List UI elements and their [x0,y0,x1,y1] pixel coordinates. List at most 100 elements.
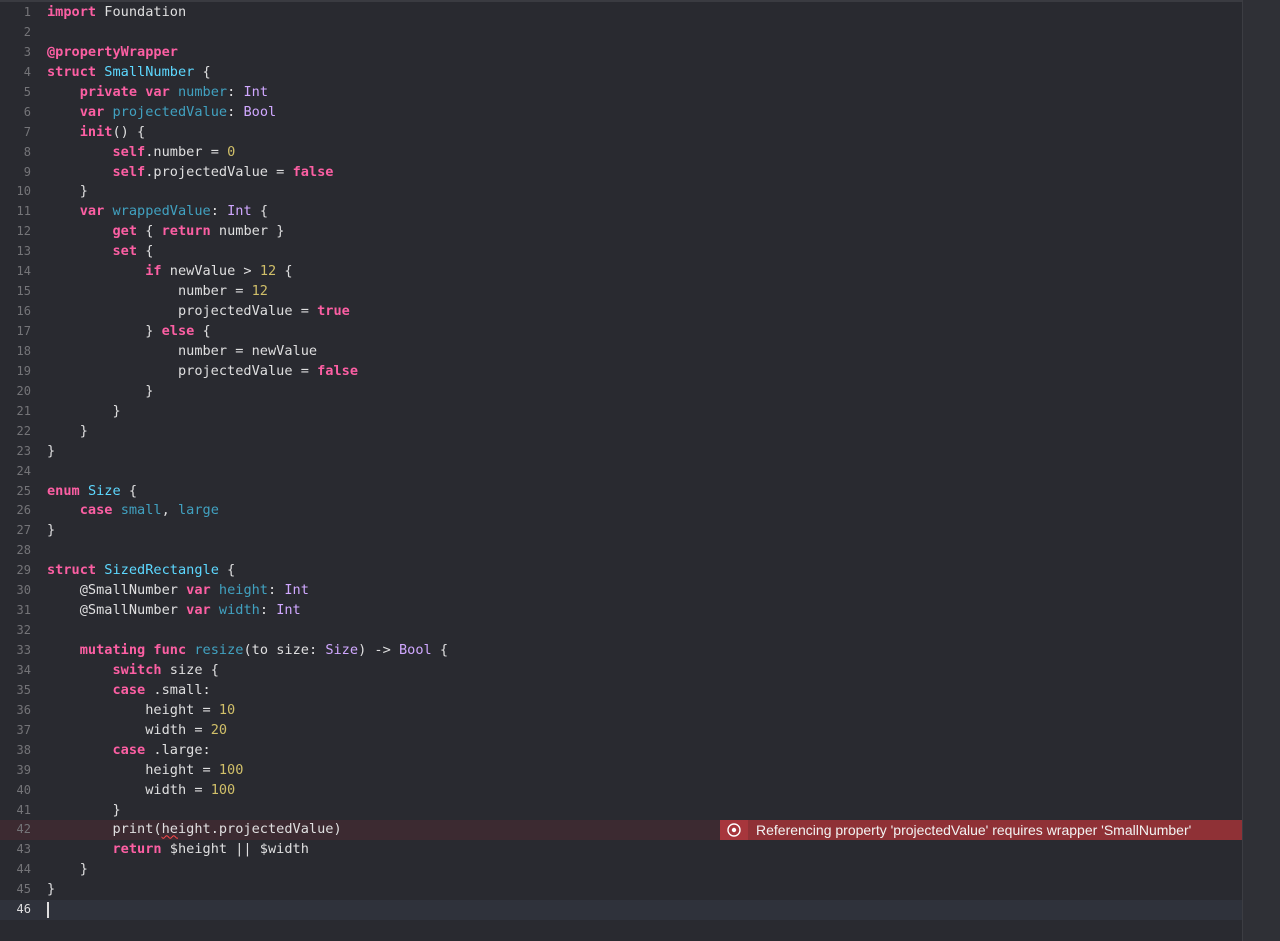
line-text[interactable]: } [47,860,88,880]
code-line-current[interactable]: 46 [0,900,1242,921]
line-text[interactable]: get { return number } [47,222,284,242]
code-line[interactable]: 15 number = 12 [0,282,1242,302]
code-line[interactable]: 21 } [0,402,1242,422]
line-text[interactable]: @SmallNumber var height: Int [47,581,309,601]
code-line[interactable]: 27} [0,521,1242,541]
code-line[interactable]: 43 return $height || $width [0,840,1242,860]
code-line[interactable]: 26 case small, large [0,501,1242,521]
code-line[interactable]: 33 mutating func resize(to size: Size) -… [0,641,1242,661]
line-text[interactable]: enum Size { [47,482,137,502]
code-area[interactable]: 1 import Foundation 2 3 @propertyWrapper 4 str… [0,3,1242,921]
code-line[interactable]: 32 [0,621,1242,641]
code-line[interactable]: 31 @SmallNumber var width: Int [0,601,1242,621]
code-token: height [218,582,268,599]
line-text[interactable]: number = newValue [47,342,317,362]
line-text[interactable]: @SmallNumber var width: Int [47,601,301,621]
line-text[interactable]: switch size { [47,661,218,681]
line-number: 28 [16,543,31,558]
code-token: case [112,681,146,698]
line-text[interactable]: set { [47,242,153,262]
error-banner[interactable]: Referencing property 'projectedValue' re… [720,820,1242,841]
line-text[interactable]: init() { [47,123,146,143]
code-token: 20 [210,721,228,738]
line-text[interactable]: width = 100 [47,781,235,801]
code-line[interactable]: 29 struct SizedRectangle { [0,561,1242,581]
code-line[interactable]: 3 @propertyWrapper [0,43,1242,63]
line-text[interactable]: case .large: [47,741,210,761]
code-line[interactable]: 30 @SmallNumber var height: Int [0,581,1242,601]
code-line[interactable]: 40 width = 100 [0,781,1242,801]
line-text[interactable]: } [47,422,88,442]
line-text[interactable]: struct SmallNumber { [47,63,211,83]
line-text[interactable]: var projectedValue: Bool [47,103,276,123]
code-line[interactable]: 24 [0,462,1242,482]
code-token: : [227,103,244,120]
line-text[interactable]: } [47,442,55,462]
line-text[interactable]: projectedValue = true [47,302,350,322]
code-line[interactable]: 14 if newValue > 12 { [0,262,1242,282]
code-line[interactable]: 11 var wrappedValue: Int { [0,202,1242,222]
code-line[interactable]: 7 init() { [0,123,1242,143]
code-line[interactable]: 41 } [0,801,1242,821]
line-text[interactable]: } [47,521,55,541]
code-line[interactable]: 2 [0,23,1242,43]
code-line[interactable]: 38 case .large: [0,741,1242,761]
line-text[interactable]: height = 100 [47,761,243,781]
code-line[interactable]: 12 get { return number } [0,222,1242,242]
line-text[interactable]: self.number = 0 [47,143,235,163]
code-line[interactable]: 45} [0,880,1242,900]
line-text[interactable]: projectedValue = false [47,362,358,382]
code-line[interactable]: 16 projectedValue = true [0,302,1242,322]
line-text[interactable]: return $height || $width [47,840,308,860]
code-line[interactable]: 25 enum Size { [0,482,1242,502]
code-line[interactable]: 34 switch size { [0,661,1242,681]
line-text[interactable]: print(height.projectedValue) [47,820,341,840]
line-text[interactable]: width = 20 [47,721,227,741]
code-token: false [317,362,358,379]
code-line[interactable]: 39 height = 100 [0,761,1242,781]
code-line[interactable]: 5 private var number: Int [0,83,1242,103]
line-text[interactable]: mutating func resize(to size: Size) -> B… [47,641,448,661]
line-number: 24 [16,463,31,478]
code-line[interactable]: 20 } [0,382,1242,402]
code-line[interactable]: 17 } else { [0,322,1242,342]
code-line[interactable]: 44 } [0,860,1242,880]
line-text[interactable]: height = 10 [47,701,235,721]
code-token: he [161,821,178,838]
error-icon-container[interactable] [720,820,748,841]
line-text[interactable]: case small, large [47,501,219,521]
line-text[interactable]: if newValue > 12 { [47,262,292,282]
code-line[interactable]: 10 } [0,182,1242,202]
line-text[interactable]: struct SizedRectangle { [47,561,235,581]
code-line[interactable]: 6 var projectedValue: Bool [0,103,1242,123]
code-line[interactable]: 37 width = 20 [0,721,1242,741]
line-text[interactable]: } [47,801,120,821]
line-text[interactable]: } [47,382,153,402]
line-text[interactable]: @propertyWrapper [47,43,178,63]
line-text[interactable]: import Foundation [47,3,186,23]
code-line[interactable]: 9 self.projectedValue = false [0,163,1242,183]
code-line[interactable]: 13 set { [0,242,1242,262]
line-text[interactable]: var wrappedValue: Int { [47,202,268,222]
line-text[interactable]: } [47,880,55,900]
code-line[interactable]: 28 [0,541,1242,561]
code-line[interactable]: 23} [0,442,1242,462]
code-line[interactable]: 19 projectedValue = false [0,362,1242,382]
code-line-error[interactable]: 42 print(height.projectedValue) Referenci… [0,820,1242,841]
code-editor[interactable]: 1 import Foundation 2 3 @propertyWrapper 4 str… [0,0,1280,941]
line-text[interactable]: } [47,182,88,202]
line-text[interactable]: number = 12 [47,282,268,302]
code-line[interactable]: 4 struct SmallNumber { [0,63,1242,83]
line-text[interactable]: case .small: [47,681,210,701]
code-line[interactable]: 22 } [0,422,1242,442]
code-line[interactable]: 18 number = newValue [0,342,1242,362]
code-line[interactable]: 1 import Foundation [0,3,1242,23]
vertical-scrollbar[interactable] [1242,0,1280,941]
code-line[interactable]: 36 height = 10 [0,701,1242,721]
line-text[interactable]: private var number: Int [47,83,268,103]
code-line[interactable]: 8 self.number = 0 [0,143,1242,163]
code-line[interactable]: 35 case .small: [0,681,1242,701]
line-text[interactable]: self.projectedValue = false [47,163,333,183]
line-text[interactable]: } [47,402,120,422]
line-text[interactable]: } else { [47,322,211,342]
